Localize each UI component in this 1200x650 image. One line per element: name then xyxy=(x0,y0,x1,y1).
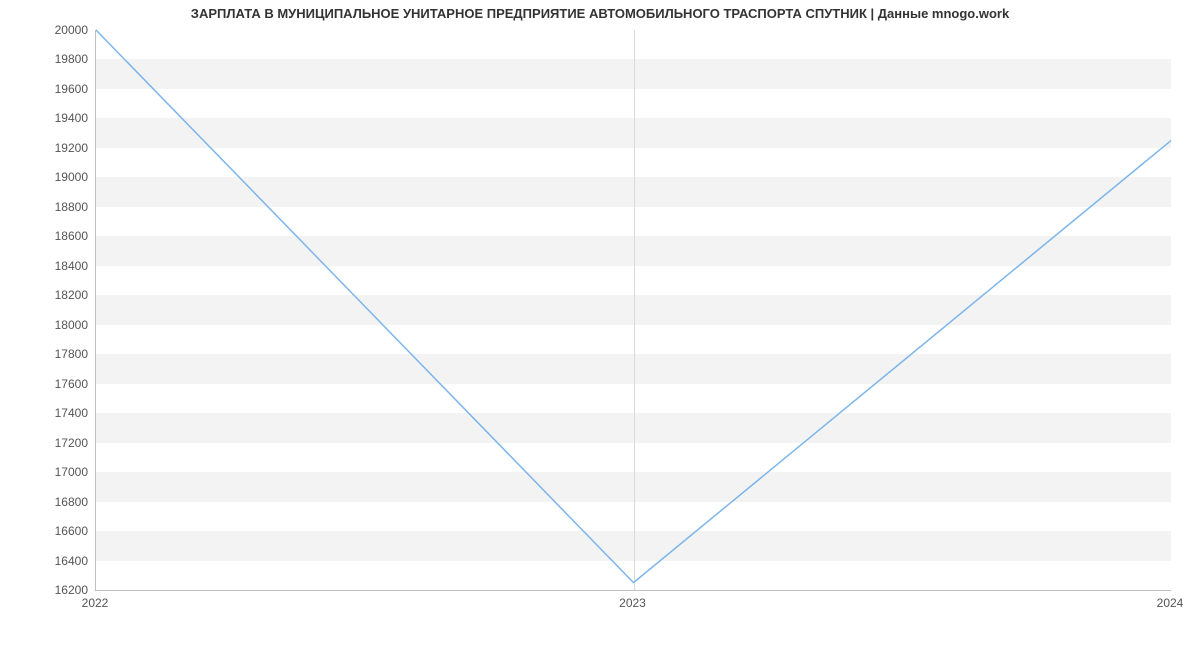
y-axis-tick: 18000 xyxy=(8,318,88,332)
y-axis-tick: 16200 xyxy=(8,583,88,597)
chart-line-layer xyxy=(96,30,1171,590)
series-line xyxy=(96,30,1171,583)
y-axis-tick: 18200 xyxy=(8,288,88,302)
y-axis-tick: 17000 xyxy=(8,465,88,479)
y-axis-tick: 19000 xyxy=(8,170,88,184)
x-axis-tick: 2022 xyxy=(82,596,109,610)
y-axis-tick: 20000 xyxy=(8,23,88,37)
y-axis-tick: 19200 xyxy=(8,141,88,155)
y-axis-tick: 17800 xyxy=(8,347,88,361)
y-axis-tick: 19600 xyxy=(8,82,88,96)
x-axis-tick: 2024 xyxy=(1157,596,1184,610)
plot-area xyxy=(95,30,1171,591)
y-axis-tick: 18800 xyxy=(8,200,88,214)
y-axis-tick: 18400 xyxy=(8,259,88,273)
salary-line-chart: ЗАРПЛАТА В МУНИЦИПАЛЬНОЕ УНИТАРНОЕ ПРЕДП… xyxy=(0,0,1200,650)
chart-title: ЗАРПЛАТА В МУНИЦИПАЛЬНОЕ УНИТАРНОЕ ПРЕДП… xyxy=(0,6,1200,21)
y-axis-tick: 18600 xyxy=(8,229,88,243)
x-axis-tick: 2023 xyxy=(619,596,646,610)
y-axis-tick: 16600 xyxy=(8,524,88,538)
y-axis-tick: 19400 xyxy=(8,111,88,125)
y-axis-tick: 17400 xyxy=(8,406,88,420)
y-axis-tick: 16800 xyxy=(8,495,88,509)
y-axis-tick: 17600 xyxy=(8,377,88,391)
y-axis-tick: 17200 xyxy=(8,436,88,450)
y-axis-tick: 19800 xyxy=(8,52,88,66)
y-axis-tick: 16400 xyxy=(8,554,88,568)
